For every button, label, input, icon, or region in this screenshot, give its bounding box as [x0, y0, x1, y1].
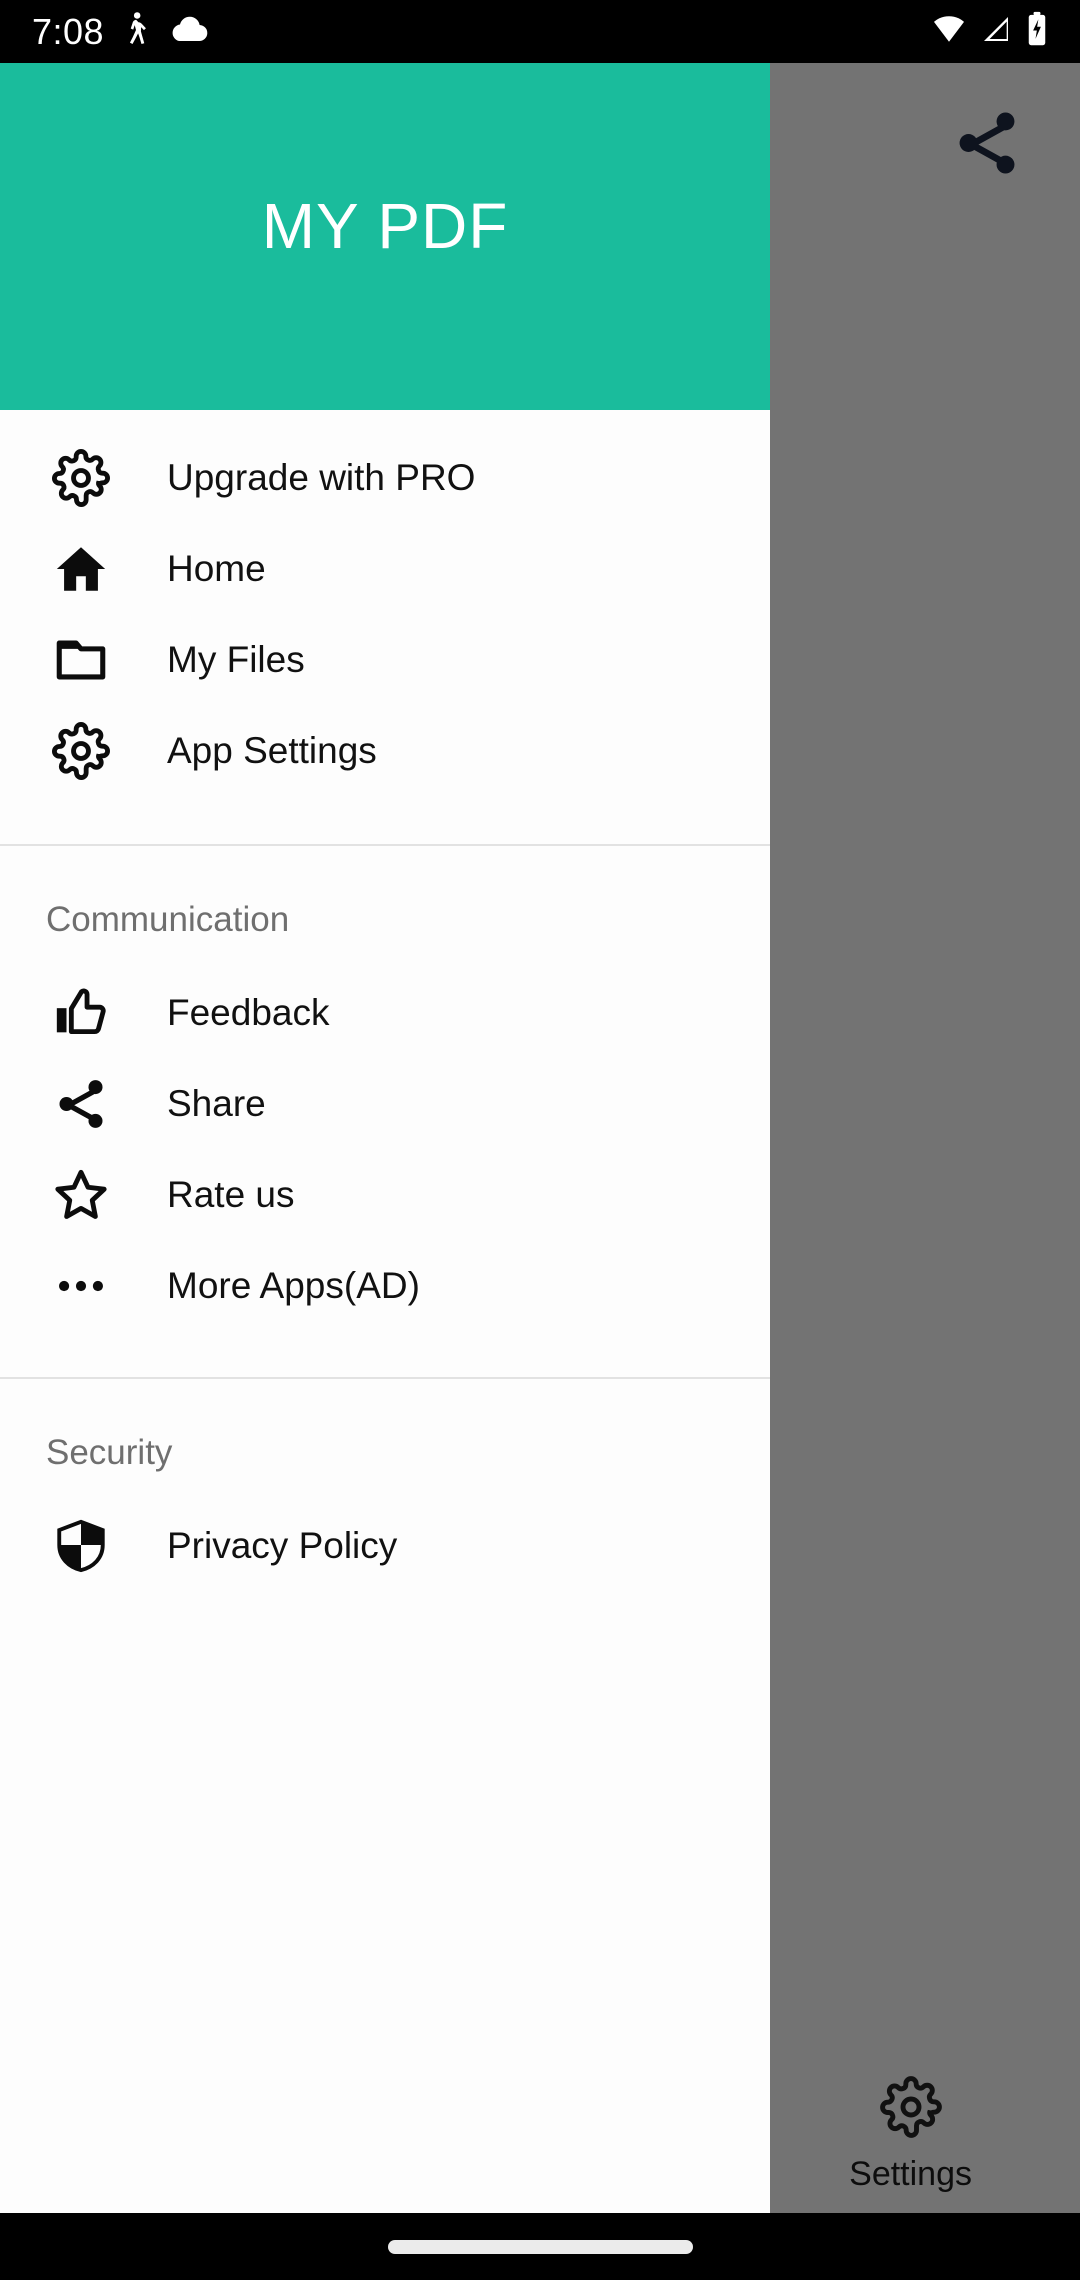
drawer-item-home[interactable]: Home — [0, 523, 770, 614]
bottom-nav-label: Settings — [849, 2154, 972, 2193]
drawer-item-my-files[interactable]: My Files — [0, 614, 770, 705]
drawer-item-label: Feedback — [167, 992, 330, 1033]
drawer-item-label: Rate us — [167, 1174, 295, 1215]
drawer-item-more-apps[interactable]: More Apps(AD) — [0, 1240, 770, 1331]
wifi-icon — [932, 12, 966, 51]
app-title: MY PDF — [261, 189, 509, 262]
drawer-section-security: Security Privacy Policy — [0, 1379, 770, 1591]
navigation-drawer: MY PDF Upgrade with PRO Home My Files Ap… — [0, 63, 770, 2213]
drawer-item-label: Share — [167, 1083, 266, 1124]
phone-screen: W.W.W TXT To PDF — [0, 0, 1080, 2280]
system-navigation-bar — [0, 2213, 1080, 2280]
battery-charging-icon — [1026, 11, 1048, 52]
drawer-item-app-settings[interactable]: App Settings — [0, 705, 770, 796]
shield-icon — [52, 1517, 114, 1575]
status-bar: 7:08 — [0, 0, 1080, 63]
drawer-item-rate-us[interactable]: Rate us — [0, 1149, 770, 1240]
drawer-item-label: More Apps(AD) — [167, 1265, 420, 1306]
drawer-item-upgrade-with-pro[interactable]: Upgrade with PRO — [0, 432, 770, 523]
share-icon — [52, 1075, 114, 1133]
walking-icon — [122, 11, 150, 52]
folder-icon — [52, 631, 114, 689]
drawer-header: MY PDF — [0, 63, 770, 410]
gear-icon — [879, 2075, 942, 2143]
cellular-signal-icon — [980, 12, 1012, 51]
home-indicator[interactable] — [387, 2239, 693, 2254]
drawer-item-share[interactable]: Share — [0, 1058, 770, 1149]
section-header-security: Security — [46, 1433, 173, 1472]
drawer-item-label: App Settings — [167, 730, 377, 771]
drawer-item-label: Home — [167, 548, 266, 589]
drawer-item-label: My Files — [167, 639, 305, 680]
gear-icon — [52, 721, 114, 780]
bottom-nav-settings[interactable]: Settings — [849, 2075, 972, 2193]
thumbs-up-icon — [52, 984, 114, 1042]
drawer-item-label: Privacy Policy — [167, 1525, 398, 1566]
gear-icon — [52, 448, 114, 507]
star-outline-icon — [52, 1166, 114, 1224]
clock: 7:08 — [32, 10, 105, 52]
drawer-item-label: Upgrade with PRO — [167, 457, 476, 498]
share-icon[interactable] — [950, 106, 1024, 180]
section-header-communication: Communication — [46, 900, 290, 939]
drawer-section-main: Upgrade with PRO Home My Files App Setti… — [0, 410, 770, 844]
status-bar-left: 7:08 — [32, 11, 210, 52]
drawer-item-privacy-policy[interactable]: Privacy Policy — [0, 1500, 770, 1591]
drawer-section-communication: Communication Feedback Share Rate us Mor… — [0, 846, 770, 1377]
drawer-item-feedback[interactable]: Feedback — [0, 967, 770, 1058]
home-icon — [52, 540, 114, 598]
status-bar-right — [932, 11, 1048, 52]
more-horizontal-icon — [52, 1257, 114, 1315]
cloud-icon — [168, 14, 210, 49]
